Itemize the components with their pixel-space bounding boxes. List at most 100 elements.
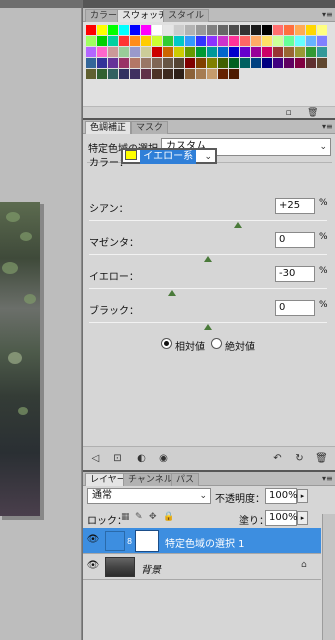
- color-swatch[interactable]: [141, 69, 151, 79]
- color-swatch[interactable]: [130, 25, 140, 35]
- color-swatch[interactable]: [108, 47, 118, 57]
- color-swatch[interactable]: [119, 58, 129, 68]
- color-swatch[interactable]: [97, 25, 107, 35]
- opacity-input[interactable]: 100%: [265, 488, 298, 504]
- color-swatch[interactable]: [251, 25, 261, 35]
- color-swatch[interactable]: [295, 58, 305, 68]
- color-swatch[interactable]: [108, 25, 118, 35]
- slider-track[interactable]: [89, 220, 327, 221]
- color-swatch[interactable]: [185, 69, 195, 79]
- color-swatch[interactable]: [119, 69, 129, 79]
- layers-scrollbar[interactable]: [322, 514, 335, 640]
- color-swatch[interactable]: [218, 58, 228, 68]
- color-swatch[interactable]: [185, 36, 195, 46]
- color-swatch[interactable]: [163, 58, 173, 68]
- color-swatch[interactable]: [207, 25, 217, 35]
- mask-visibility-icon[interactable]: ◐: [135, 453, 148, 465]
- color-swatch[interactable]: [218, 25, 228, 35]
- slider-track[interactable]: [89, 254, 327, 255]
- color-swatch[interactable]: [163, 47, 173, 57]
- color-swatch[interactable]: [86, 36, 96, 46]
- color-swatch[interactable]: [229, 36, 239, 46]
- color-swatch[interactable]: [152, 58, 162, 68]
- color-swatch[interactable]: [119, 36, 129, 46]
- color-swatch[interactable]: [108, 58, 118, 68]
- tab-styles[interactable]: スタイル: [163, 9, 210, 22]
- fill-slider-button[interactable]: ▸: [297, 511, 308, 525]
- slider-value-input[interactable]: 0: [275, 232, 315, 248]
- color-swatch[interactable]: [130, 69, 140, 79]
- color-swatch[interactable]: [207, 36, 217, 46]
- slider-thumb[interactable]: [204, 256, 212, 262]
- color-swatch[interactable]: [130, 58, 140, 68]
- clip-icon[interactable]: ⊡: [111, 453, 124, 465]
- color-swatch[interactable]: [218, 36, 228, 46]
- color-swatch[interactable]: [262, 47, 272, 57]
- color-swatch[interactable]: [152, 25, 162, 35]
- absolute-radio[interactable]: [211, 338, 222, 349]
- tab-channels[interactable]: チャンネル: [123, 473, 178, 486]
- color-swatch[interactable]: [317, 47, 327, 57]
- color-swatch[interactable]: [229, 69, 239, 79]
- color-swatch[interactable]: [284, 25, 294, 35]
- color-swatch[interactable]: [317, 25, 327, 35]
- color-swatch[interactable]: [130, 47, 140, 57]
- color-swatch[interactable]: [317, 36, 327, 46]
- color-swatch[interactable]: [284, 47, 294, 57]
- color-swatch[interactable]: [108, 69, 118, 79]
- color-swatch[interactable]: [119, 25, 129, 35]
- color-swatch[interactable]: [97, 47, 107, 57]
- trash-icon[interactable]: 🗑: [307, 108, 318, 118]
- color-swatch[interactable]: [229, 25, 239, 35]
- slider-thumb[interactable]: [168, 290, 177, 296]
- color-swatch[interactable]: [196, 47, 206, 57]
- slider-thumb[interactable]: [233, 222, 242, 228]
- tab-adjustments[interactable]: 色調補正: [85, 121, 132, 134]
- color-swatch[interactable]: [251, 58, 261, 68]
- color-swatch[interactable]: [174, 25, 184, 35]
- color-swatch[interactable]: [218, 47, 228, 57]
- back-icon[interactable]: ◁: [89, 453, 102, 465]
- color-swatch[interactable]: [273, 36, 283, 46]
- color-swatch[interactable]: [273, 58, 283, 68]
- color-swatch[interactable]: [196, 25, 206, 35]
- color-swatch[interactable]: [86, 47, 96, 57]
- color-swatch[interactable]: [108, 36, 118, 46]
- tab-masks[interactable]: マスク: [131, 121, 169, 134]
- slider-value-input[interactable]: +25: [275, 198, 315, 214]
- document-window[interactable]: [0, 8, 82, 640]
- color-swatch[interactable]: [174, 36, 184, 46]
- eye-icon[interactable]: ◉: [157, 453, 170, 465]
- color-swatch[interactable]: [152, 69, 162, 79]
- color-swatch[interactable]: [141, 47, 151, 57]
- color-swatch[interactable]: [317, 58, 327, 68]
- color-swatch[interactable]: [174, 47, 184, 57]
- slider-value-input[interactable]: -30: [275, 266, 315, 282]
- link-icon[interactable]: 8: [127, 537, 132, 546]
- layer-row-adjustment[interactable]: 👁 8 特定色域の選択 1: [83, 528, 321, 554]
- slider-track[interactable]: [89, 322, 327, 323]
- fill-input[interactable]: 100%: [265, 510, 298, 526]
- eye-icon[interactable]: 👁: [86, 534, 100, 546]
- new-swatch-icon[interactable]: ▫: [283, 108, 294, 118]
- color-swatch[interactable]: [196, 58, 206, 68]
- color-swatch[interactable]: [262, 58, 272, 68]
- color-swatch[interactable]: [119, 47, 129, 57]
- color-swatch[interactable]: [152, 47, 162, 57]
- color-swatch[interactable]: [273, 47, 283, 57]
- previous-state-icon[interactable]: ↶: [271, 453, 284, 465]
- color-swatch[interactable]: [86, 69, 96, 79]
- slider-thumb[interactable]: [204, 324, 212, 330]
- color-swatch[interactable]: [284, 58, 294, 68]
- color-swatch[interactable]: [240, 36, 250, 46]
- color-swatch[interactable]: [295, 36, 305, 46]
- color-swatch[interactable]: [229, 47, 239, 57]
- blend-mode-select[interactable]: 通常 ⌄: [87, 488, 211, 504]
- color-swatch[interactable]: [152, 36, 162, 46]
- color-swatch[interactable]: [207, 69, 217, 79]
- panel-grip[interactable]: [83, 0, 335, 8]
- color-swatch[interactable]: [185, 47, 195, 57]
- slider-track[interactable]: [89, 288, 327, 289]
- relative-radio[interactable]: [161, 338, 172, 349]
- color-swatch[interactable]: [229, 58, 239, 68]
